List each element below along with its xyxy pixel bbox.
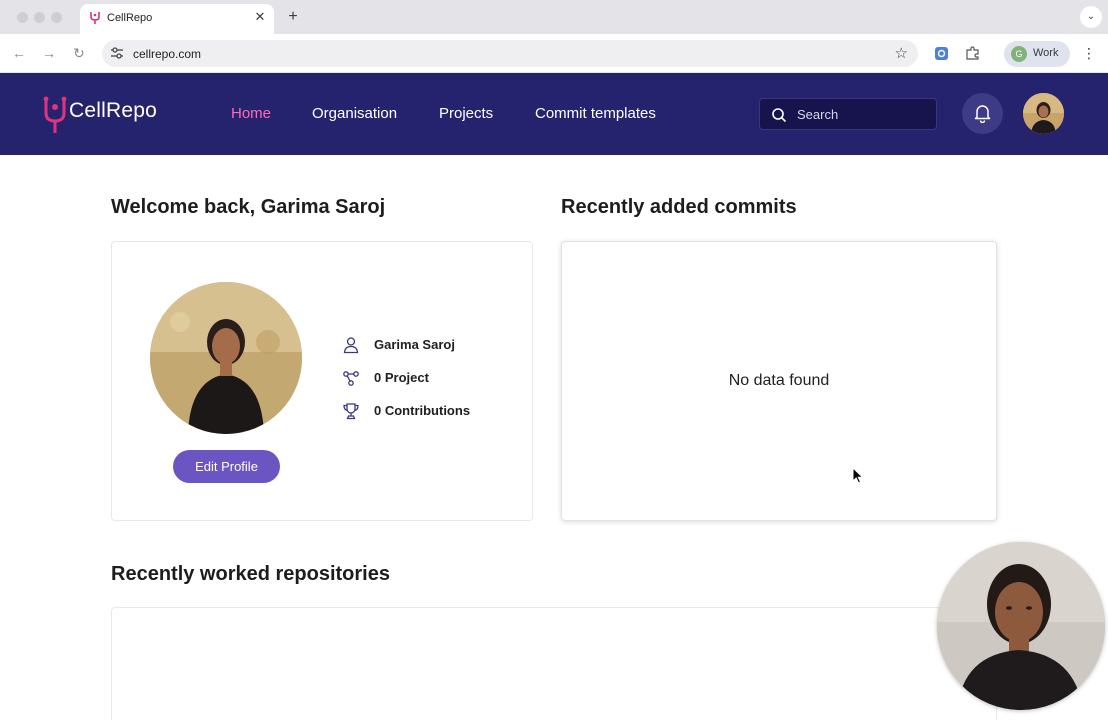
window-minimize-dot[interactable] [34,12,45,23]
app-header: CellRepo Home Organisation Projects Comm… [0,73,1108,155]
profile-name: Garima Saroj [374,337,455,352]
search-icon [772,108,787,123]
cellrepo-logo[interactable]: CellRepo [42,95,162,135]
commits-title: Recently added commits [561,196,797,218]
repositories-card [111,607,997,720]
logo-mark-icon [43,96,67,133]
repositories-title: Recently worked repositories [111,563,390,585]
presenter-video-bubble[interactable] [937,542,1105,710]
bookmark-star-icon[interactable]: ☆ [895,44,908,62]
commits-card: No data found [561,241,997,521]
profile-card: Edit Profile Garima Saroj 0 Project 0 Co… [111,241,533,521]
new-tab-icon[interactable]: + [284,8,302,26]
notifications-button[interactable] [962,93,1003,134]
window-zoom-dot[interactable] [51,12,62,23]
nav-commit-templates[interactable]: Commit templates [535,105,656,122]
profile-label: Work [1033,47,1059,59]
nav-home[interactable]: Home [231,105,271,122]
url-text: cellrepo.com [133,47,202,61]
profile-photo-image [150,282,302,434]
user-avatar[interactable] [1023,93,1064,134]
profile-photo [150,282,302,434]
cellrepo-favicon-icon [90,12,100,24]
profile-contributions: 0 Contributions [374,403,471,418]
nav-projects[interactable]: Projects [439,105,493,122]
reload-icon[interactable]: ↻ [70,44,88,62]
search-placeholder: Search [797,107,839,122]
address-bar[interactable]: cellrepo.com ☆ [102,40,918,67]
puzzle-icon[interactable] [965,46,980,61]
forward-arrow-icon[interactable]: → [40,44,58,62]
user-icon [343,337,359,354]
search-input[interactable]: Search [759,98,937,130]
profile-avatar: G [1011,46,1027,62]
welcome-title: Welcome back, Garima Saroj [111,196,386,218]
trophy-icon [343,403,359,420]
nav-organisation[interactable]: Organisation [312,105,397,122]
profile-chip[interactable]: G Work [1004,41,1070,67]
bell-icon [974,105,991,123]
profile-projects: 0 Project [374,370,429,385]
extension-icon[interactable] [934,46,949,61]
project-branch-icon [343,371,359,386]
mouse-cursor-icon [852,467,864,484]
tab-close-icon[interactable]: ✕ [252,9,268,25]
commits-empty-state: No data found [728,372,830,389]
window-close-dot[interactable] [17,12,28,23]
browser-toolbar: ← → ↻ cellrepo.com ☆ G Work ⋮ [0,34,1108,73]
browser-tab[interactable]: CellRepo ✕ [80,4,274,34]
kebab-menu-icon[interactable]: ⋮ [1082,44,1096,62]
presenter-video-image [937,542,1105,710]
edit-profile-button[interactable]: Edit Profile [173,450,280,483]
back-arrow-icon[interactable]: ← [10,44,28,62]
site-settings-icon[interactable] [110,46,124,60]
tab-search-chevron-icon[interactable]: ⌄ [1080,6,1102,28]
user-avatar-image [1023,93,1064,134]
logo-text: CellRepo [69,99,157,122]
tab-title: CellRepo [107,12,153,24]
browser-tab-bar: CellRepo ✕ + ⌄ [0,0,1108,34]
